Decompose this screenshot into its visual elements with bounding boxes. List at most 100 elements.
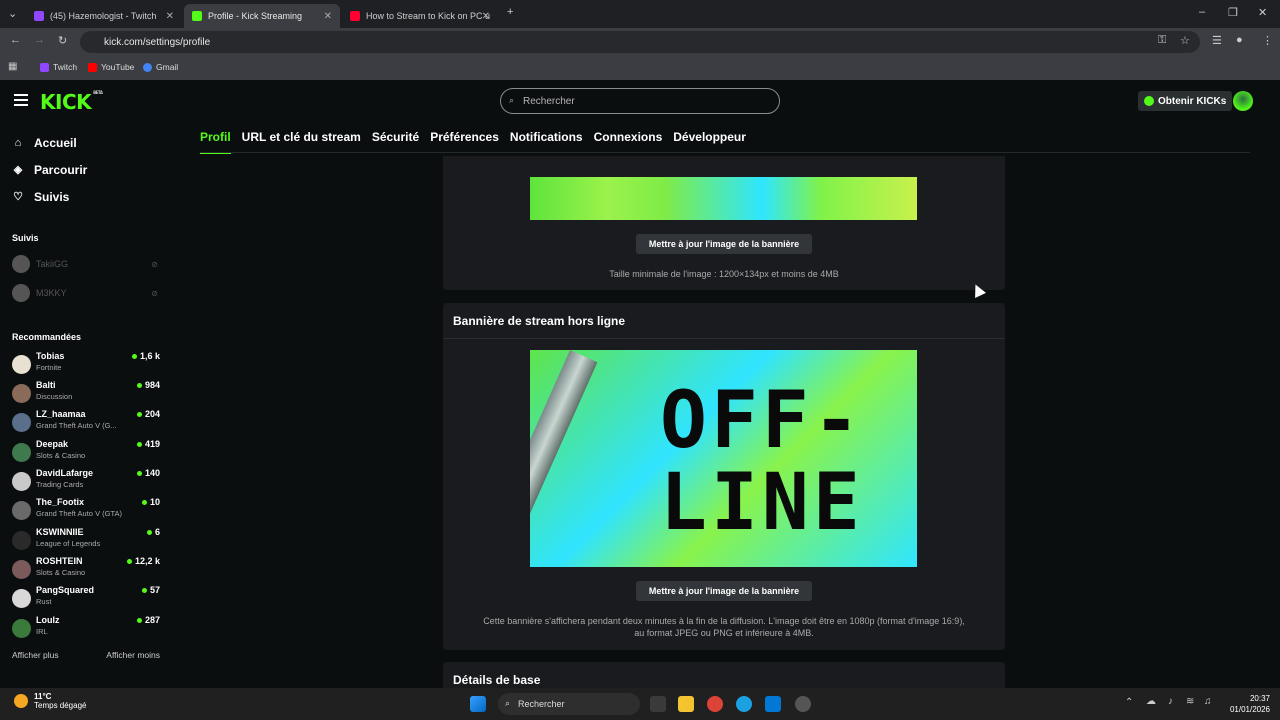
avatar xyxy=(12,531,31,550)
new-tab-icon[interactable]: + xyxy=(507,6,513,18)
offline-banner-text: OFF- LINE xyxy=(660,380,864,544)
avatar xyxy=(12,589,31,608)
recommended-item[interactable]: Balti Discussion 984 xyxy=(12,380,160,406)
profile-icon[interactable]: ● xyxy=(1236,34,1243,46)
recommended-item[interactable]: PangSquared Rust 57 xyxy=(12,585,160,611)
update-banner-button[interactable]: Mettre à jour l'image de la bannière xyxy=(636,234,812,254)
channel-name: Tobias xyxy=(36,351,65,361)
minimize-icon[interactable]: – xyxy=(1199,6,1205,18)
hamburger-menu-icon[interactable] xyxy=(14,94,28,106)
channel-category: Fortnite xyxy=(36,363,62,372)
viewer-count: 12,2 k xyxy=(127,556,160,566)
forward-icon[interactable]: → xyxy=(34,34,45,46)
browser-tab-youtube[interactable]: How to Stream to Kick on PC u ✕ xyxy=(342,4,498,28)
sidebar-item-parcourir[interactable]: ◈ Parcourir xyxy=(12,163,88,177)
viewer-count: 984 xyxy=(137,380,160,390)
button-label: Mettre à jour l'image de la bannière xyxy=(648,586,800,596)
offline-line-2: LINE xyxy=(660,458,864,548)
back-icon[interactable]: ← xyxy=(10,34,21,46)
channel-name: PangSquared xyxy=(36,585,95,595)
following-item[interactable]: M3KKY ⊘ xyxy=(12,283,162,303)
file-explorer-icon[interactable] xyxy=(678,696,694,712)
home-icon: ⌂ xyxy=(14,137,22,149)
edge-icon[interactable] xyxy=(736,696,752,712)
banner-hint: Taille minimale de l'image : 1200×134px … xyxy=(609,269,839,279)
menu-icon[interactable]: ⋮ xyxy=(1262,34,1273,47)
address-bar-row: ← → ↻ kick.com/settings/profile ⚿ ☆ ☰ ● … xyxy=(0,28,1280,56)
star-icon[interactable]: ☆ xyxy=(1180,34,1190,47)
app-icon[interactable] xyxy=(795,696,811,712)
search-input[interactable]: ⌕ Rechercher xyxy=(500,88,780,114)
tab-notifications[interactable]: Notifications xyxy=(510,130,583,154)
avatar xyxy=(12,255,30,273)
recommended-item[interactable]: DavidLafarge Trading Cards 140 xyxy=(12,468,160,494)
recommended-item[interactable]: The_Footix Grand Theft Auto V (GTA) 10 xyxy=(12,497,160,523)
tab-search-icon[interactable]: ⌄ xyxy=(8,7,17,20)
show-less-link[interactable]: Afficher moins xyxy=(106,650,160,660)
network-icon[interactable]: ☁ xyxy=(1146,696,1156,707)
channel-name: Balti xyxy=(36,380,56,390)
reload-icon[interactable]: ↻ xyxy=(58,34,67,47)
chrome-icon[interactable] xyxy=(707,696,723,712)
bookmark-youtube[interactable]: YouTube xyxy=(88,62,134,72)
close-window-icon[interactable]: ✕ xyxy=(1258,6,1267,19)
tab-title: How to Stream to Kick on PC u xyxy=(366,11,491,21)
recommended-item[interactable]: ROSHTEIN Slots & Casino 12,2 k xyxy=(12,556,160,582)
bookmark-twitch[interactable]: Twitch xyxy=(40,62,77,72)
weather-widget[interactable]: 11°C Temps dégagé xyxy=(14,692,86,710)
user-avatar[interactable] xyxy=(1233,91,1253,111)
system-clock[interactable]: 20:37 01/01/2026 xyxy=(1230,693,1270,715)
following-item[interactable]: TakiiGG ⊘ xyxy=(12,254,162,274)
recommended-item[interactable]: Tobias Fortnite 1,6 k xyxy=(12,351,160,377)
tab-connexions[interactable]: Connexions xyxy=(594,130,663,154)
windows-taskbar: 11°C Temps dégagé ⌕ Rechercher ⌃ ☁ ♪ ≋ ♫… xyxy=(0,688,1280,720)
nav-label: Parcourir xyxy=(34,163,88,177)
recommended-item[interactable]: KSWINNIIE League of Legends 6 xyxy=(12,527,160,553)
windows-start-icon[interactable] xyxy=(470,696,486,712)
tab-securite[interactable]: Sécurité xyxy=(372,130,419,154)
recommended-item[interactable]: Loulz IRL 287 xyxy=(12,615,160,641)
chevron-up-icon[interactable]: ⌃ xyxy=(1125,697,1133,708)
viewer-count: 10 xyxy=(142,497,160,507)
browser-tab-twitch[interactable]: (45) Hazemologist - Twitch ✕ xyxy=(26,4,182,28)
store-icon[interactable] xyxy=(765,696,781,712)
key-icon[interactable]: ⚿ xyxy=(1158,34,1166,47)
show-more-link[interactable]: Afficher plus xyxy=(12,650,59,660)
bookmark-gmail[interactable]: Gmail xyxy=(143,62,178,72)
sidebar-item-suivis[interactable]: ♡ Suivis xyxy=(12,190,69,204)
channel-name: ROSHTEIN xyxy=(36,556,83,566)
recommended-item[interactable]: LZ_haamaa Grand Theft Auto V (G... 204 xyxy=(12,409,160,435)
google-icon xyxy=(143,62,152,72)
close-icon[interactable]: ✕ xyxy=(324,11,332,22)
viewer-count: 1,6 k xyxy=(132,351,160,361)
temperature: 11°C xyxy=(34,692,52,701)
url-input[interactable]: kick.com/settings/profile xyxy=(80,31,1200,53)
tab-preferences[interactable]: Préférences xyxy=(430,130,499,154)
volume-icon[interactable]: ♫ xyxy=(1204,696,1212,707)
youtube-icon xyxy=(350,11,360,21)
microphone-icon[interactable]: ♪ xyxy=(1168,696,1173,707)
maximize-icon[interactable]: ❐ xyxy=(1228,6,1238,19)
tab-profil[interactable]: Profil xyxy=(200,130,231,154)
channel-category: Rust xyxy=(36,597,52,606)
channel-category: League of Legends xyxy=(36,539,101,548)
reading-list-icon[interactable]: ☰ xyxy=(1212,34,1222,47)
tab-stream-url[interactable]: URL et clé du stream xyxy=(242,130,361,154)
browser-tab-kick[interactable]: Profile - Kick Streaming ✕ xyxy=(184,4,340,28)
kick-logo[interactable]: KICK BETA xyxy=(40,90,103,114)
update-offline-banner-button[interactable]: Mettre à jour l'image de la bannière xyxy=(636,581,812,601)
avatar xyxy=(12,413,31,432)
apps-icon[interactable]: ▦ xyxy=(8,61,17,72)
recommended-item[interactable]: Deepak Slots & Casino 419 xyxy=(12,439,160,465)
channel-name: Loulz xyxy=(36,615,60,625)
weather-description: Temps dégagé xyxy=(34,701,87,710)
tab-developpeur[interactable]: Développeur xyxy=(673,130,746,154)
get-kicks-button[interactable]: Obtenir KICKs xyxy=(1138,91,1233,111)
close-icon[interactable]: ✕ xyxy=(166,11,174,22)
wifi-icon[interactable]: ≋ xyxy=(1186,696,1194,707)
taskbar-search[interactable]: ⌕ Rechercher xyxy=(498,693,640,715)
sidebar-item-accueil[interactable]: ⌂ Accueil xyxy=(12,136,77,150)
task-view-icon[interactable] xyxy=(650,696,666,712)
close-icon[interactable]: ✕ xyxy=(482,11,490,22)
viewer-count: 419 xyxy=(137,439,160,449)
